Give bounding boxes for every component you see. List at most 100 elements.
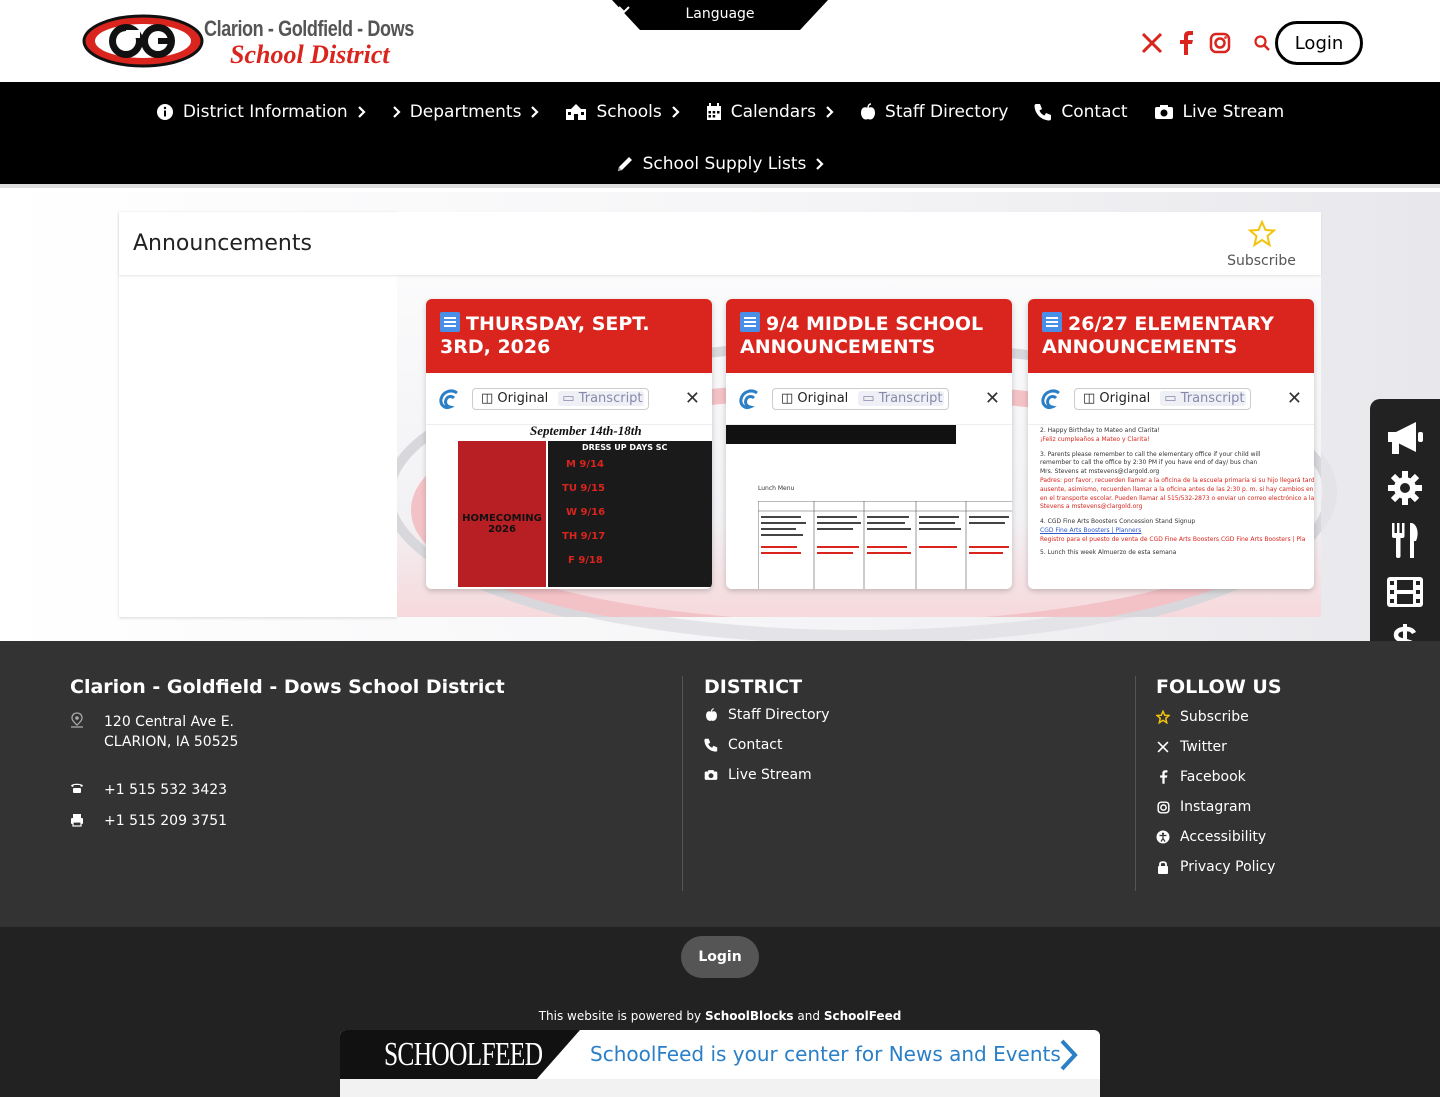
footer-link-label: Instagram <box>1180 799 1252 815</box>
footer-follow-heading: FOLLOW US <box>1156 676 1282 698</box>
chevron-right-icon <box>1060 1039 1078 1071</box>
nav-label: Departments <box>409 102 522 122</box>
site-footer: Clarion - Goldfield - Dows School Distri… <box>0 641 1440 927</box>
preview-line: Mrs. Stevens at mstevens@clargold.org <box>1040 468 1160 476</box>
utensils-icon[interactable] <box>1384 519 1426 561</box>
chevron-right-icon <box>671 106 680 118</box>
nav-label: Calendars <box>730 102 817 122</box>
film-icon[interactable] <box>1384 571 1426 613</box>
transcript-tab[interactable]: ▭ Transcript <box>558 391 645 406</box>
preview-line: 3. Parents please remember to call the e… <box>1040 450 1261 458</box>
gear-icon[interactable] <box>1384 467 1426 509</box>
nav-item-departments[interactable]: Departments <box>392 99 540 125</box>
original-tab[interactable]: ◫ Original <box>477 391 552 406</box>
schoolfeed-logo: SCHOOLFEED <box>384 1036 543 1073</box>
preview-line: en el transporte escolar. Pueden llamar … <box>1040 494 1314 502</box>
footer-link-instagram[interactable]: Instagram <box>1156 799 1251 815</box>
lock-icon <box>1156 860 1170 874</box>
district-logo[interactable]: Clarion - Goldfield - Dows School Distri… <box>82 12 414 70</box>
cgd-logo-mark <box>82 14 204 68</box>
bottom-bar: Login This website is powered by SchoolB… <box>0 927 1440 1097</box>
card-toolbar: ◫ Original ▭ Transcript ✕ <box>1028 373 1314 425</box>
footer-phone[interactable]: +1 515 532 3423 <box>70 782 227 798</box>
card-header: 26/27 ELEMENTARY ANNOUNCEMENTS <box>1028 299 1314 373</box>
footer-link-label: Contact <box>728 737 783 753</box>
footer-login-button[interactable]: Login <box>681 936 759 978</box>
nav-item-calendars[interactable]: Calendars <box>706 99 834 125</box>
announcement-card[interactable]: THURSDAY, SEPT. 3RD, 2026 ◫ Original ▭ T… <box>426 299 712 589</box>
close-icon[interactable]: ✕ <box>1287 388 1302 409</box>
address-line-1: 120 Central Ave E. <box>104 714 234 730</box>
map-pin-icon <box>70 712 84 752</box>
footer-link-staff-directory[interactable]: Staff Directory <box>704 707 830 723</box>
main-navigation: District Information Departments Schools… <box>0 82 1440 188</box>
announcement-card[interactable]: 9/4 MIDDLE SCHOOL ANNOUNCEMENTS ◫ Origin… <box>726 299 1012 589</box>
facebook-icon[interactable] <box>1174 31 1198 55</box>
footer-link-twitter[interactable]: Twitter <box>1156 739 1227 755</box>
preview-line: 4. CGD Fine Arts Boosters Concession Sta… <box>1040 518 1196 526</box>
footer-link-label: Facebook <box>1180 769 1246 785</box>
schoolfeed-link[interactable]: SchoolFeed <box>824 1009 901 1023</box>
megaphone-icon[interactable] <box>1384 417 1426 459</box>
schoolblocks-link[interactable]: SchoolBlocks <box>705 1009 794 1023</box>
apple-icon <box>861 103 876 120</box>
close-icon[interactable]: ✕ <box>685 388 700 409</box>
footer-district-name: Clarion - Goldfield - Dows School Distri… <box>70 676 505 698</box>
schoolfeed-banner-strip <box>340 1079 1100 1097</box>
view-toggle[interactable]: ◫ Original ▭ Transcript <box>472 387 650 410</box>
login-button[interactable]: Login <box>1275 21 1363 65</box>
instagram-icon[interactable] <box>1208 31 1232 55</box>
search-icon[interactable] <box>1250 31 1274 55</box>
nav-label: District Information <box>182 102 348 122</box>
footer-link-live-stream[interactable]: Live Stream <box>704 767 812 783</box>
nav-item-schools[interactable]: Schools <box>565 99 680 125</box>
document-icon <box>440 312 460 332</box>
language-label: Language <box>612 6 828 22</box>
footer-link-subscribe[interactable]: Subscribe <box>1156 709 1249 725</box>
chevron-right-icon <box>392 106 401 118</box>
logo-text-line1: Clarion - Goldfield - Dows <box>204 16 414 41</box>
site-header: Clarion - Goldfield - Dows School Distri… <box>0 0 1440 82</box>
preview-line[interactable]: CGD Fine Arts Boosters | Planners <box>1040 527 1314 536</box>
wave-icon[interactable] <box>1040 388 1062 410</box>
footer-link-privacy-policy[interactable]: Privacy Policy <box>1156 859 1275 875</box>
card-preview[interactable]: September 14th-18th HOMECOMING 2026 DRES… <box>426 425 712 589</box>
school-icon <box>566 104 587 120</box>
footer-address: 120 Central Ave E. CLARION, IA 50525 <box>70 712 238 752</box>
preview-line: 2. Happy Birthday to Mateo and Clarita! <box>1040 427 1160 434</box>
view-toggle[interactable]: ◫ Original ▭ Transcript <box>772 387 950 410</box>
nav-row-2: School Supply Lists <box>0 151 1440 177</box>
star-icon <box>1156 710 1170 724</box>
poster-text: HOMECOMING 2026 <box>462 513 542 535</box>
wave-icon[interactable] <box>438 388 460 410</box>
subscribe-button[interactable]: Subscribe <box>1214 219 1309 269</box>
transcript-tab[interactable]: ▭ Transcript <box>858 391 945 406</box>
nav-item-district-information[interactable]: District Information <box>156 99 366 125</box>
view-toggle[interactable]: ◫ Original ▭ Transcript <box>1074 387 1252 410</box>
original-tab[interactable]: ◫ Original <box>777 391 852 406</box>
nav-item-staff-directory[interactable]: Staff Directory <box>860 99 1008 125</box>
transcript-tab[interactable]: ▭ Transcript <box>1160 391 1247 406</box>
schoolfeed-banner[interactable]: SCHOOLFEED SchoolFeed is your center for… <box>340 1030 1100 1097</box>
close-icon[interactable]: ✕ <box>985 388 1000 409</box>
card-title: THURSDAY, SEPT. 3RD, 2026 <box>440 313 650 358</box>
phone-number: +1 515 532 3423 <box>104 782 228 798</box>
footer-link-facebook[interactable]: Facebook <box>1156 769 1246 785</box>
footer-fax: +1 515 209 3751 <box>70 813 227 829</box>
wave-icon[interactable] <box>738 388 760 410</box>
announcement-card[interactable]: 26/27 ELEMENTARY ANNOUNCEMENTS ◫ Origina… <box>1028 299 1314 589</box>
footer-link-contact[interactable]: Contact <box>704 737 782 753</box>
footer-link-accessibility[interactable]: Accessibility <box>1156 829 1266 845</box>
card-preview[interactable]: 2. Happy Birthday to Mateo and Clarita! … <box>1028 425 1314 589</box>
instagram-icon <box>1156 800 1170 814</box>
nav-item-live-stream[interactable]: Live Stream <box>1154 99 1284 125</box>
nav-item-school-supply-lists[interactable]: School Supply Lists <box>616 151 825 177</box>
original-tab[interactable]: ◫ Original <box>1079 391 1154 406</box>
language-selector[interactable]: Language <box>612 0 828 30</box>
logo-text-line2: School District <box>230 40 390 69</box>
x-icon[interactable] <box>1140 31 1164 55</box>
preview-line: ausente, asimismo, recuerden llamar a la… <box>1040 485 1314 493</box>
preview-heading: September 14th-18th <box>530 425 642 438</box>
nav-item-contact[interactable]: Contact <box>1034 99 1128 125</box>
card-preview[interactable]: Lunch Menu <box>726 425 1012 589</box>
